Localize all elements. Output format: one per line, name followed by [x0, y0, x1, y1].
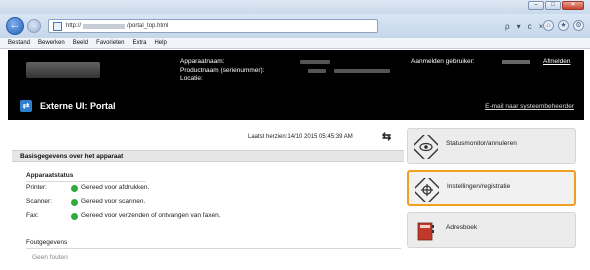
last-updated: Laatst herzien:14/10 2015 05:45:39 AM	[248, 134, 353, 140]
status-row-fax: Fax: Gereed voor verzenden of ontvangen …	[26, 212, 326, 221]
status-row-printer: Printer: Gereed voor afdrukken.	[26, 184, 326, 193]
logout-link[interactable]: Afmelden	[543, 58, 570, 65]
settings-icon	[415, 178, 439, 202]
address-book-button[interactable]: Adresboek	[407, 212, 576, 248]
location-label: Locatie:	[180, 75, 203, 82]
status-text: Gereed voor verzenden of ontvangen van f…	[81, 212, 221, 219]
product-name-redacted-2	[334, 69, 390, 73]
dropdown-icon[interactable]: ▾	[517, 22, 521, 31]
page-icon	[53, 21, 62, 31]
error-heading: Foutgegevens	[26, 239, 68, 246]
status-text: Gereed voor afdrukken.	[81, 184, 150, 191]
favorites-bar: ⌂ ★ ⚙	[543, 20, 584, 31]
status-monitor-label: Statusmonitor/annuleren	[446, 140, 517, 147]
status-label: Printer:	[26, 184, 47, 191]
settings-registration-button[interactable]: Instellingen/registratie	[407, 170, 576, 206]
maximize-button[interactable]: □	[545, 1, 561, 10]
login-user-label: Aanmelden gebruiker:	[411, 58, 475, 65]
portal-icon: ⇄	[20, 100, 32, 112]
menu-tools[interactable]: Extra	[132, 40, 146, 46]
address-bar[interactable]: http:// /portal_top.html	[48, 19, 378, 33]
menu-favorites[interactable]: Favorieten	[96, 40, 124, 46]
address-tools: ρ ▾ c ×	[505, 22, 543, 31]
status-label: Fax:	[26, 212, 39, 219]
status-ok-icon	[71, 185, 78, 192]
login-user-redacted	[502, 60, 530, 64]
refresh-icon[interactable]: ⇆	[382, 130, 391, 143]
minimize-button[interactable]: –	[528, 1, 544, 10]
star-icon[interactable]: ★	[558, 20, 569, 31]
main-content: Laatst herzien:14/10 2015 05:45:39 AM ⇆ …	[8, 120, 404, 270]
settings-registration-label: Instellingen/registratie	[447, 183, 511, 190]
product-name-redacted-1	[308, 69, 326, 73]
forward-button[interactable]: →	[27, 19, 41, 33]
device-status-heading: Apparaatstatus	[26, 172, 74, 179]
device-info: Apparaatnaam: Productnaam (serienummer):…	[180, 58, 265, 84]
close-window-button[interactable]: ✕	[562, 1, 584, 10]
window-titlebar: – □ ✕	[0, 0, 590, 14]
address-book-icon	[414, 219, 438, 243]
status-label: Scanner:	[26, 198, 53, 205]
status-ok-icon	[71, 199, 78, 206]
portal-title: Externe UI: Portal	[40, 101, 116, 111]
status-text: Gereed voor scannen.	[81, 198, 146, 205]
menu-help[interactable]: Help	[154, 40, 166, 46]
status-ok-icon	[71, 213, 78, 220]
home-icon[interactable]: ⌂	[543, 20, 554, 31]
address-book-label: Adresboek	[446, 224, 478, 231]
status-monitor-button[interactable]: Statusmonitor/annuleren	[407, 128, 576, 164]
search-icon[interactable]: ρ	[505, 22, 510, 31]
window-controls: – □ ✕	[528, 1, 584, 10]
divider	[26, 181, 146, 182]
url-suffix: /portal_top.html	[127, 23, 169, 29]
device-name-label: Apparaatnaam:	[180, 58, 225, 65]
url-prefix: http://	[66, 23, 82, 29]
url-redacted	[83, 23, 126, 29]
product-name-label: Productnaam (serienummer):	[180, 66, 265, 74]
menu-view[interactable]: Beeld	[73, 40, 88, 46]
brand-logo	[26, 62, 100, 78]
address-row: ← → http:// /portal_top.html ρ ▾ c × ⌂ ★…	[0, 14, 590, 38]
menu-file[interactable]: Bestand	[8, 40, 30, 46]
gear-icon[interactable]: ⚙	[573, 20, 584, 31]
reload-icon[interactable]: c	[528, 22, 532, 31]
status-row-scanner: Scanner: Gereed voor scannen.	[26, 198, 326, 207]
eye-icon	[414, 135, 438, 159]
portal-header: Apparaatnaam: Productnaam (serienummer):…	[8, 50, 584, 120]
email-admin-link[interactable]: E-mail naar systeembeheerder	[485, 103, 574, 110]
device-name-redacted	[300, 60, 330, 64]
back-button[interactable]: ←	[6, 17, 24, 35]
section-title: Basisgegevens over het apparaat	[12, 150, 404, 162]
divider	[26, 248, 401, 249]
menu-bar: Bestand Bewerken Beeld Favorieten Extra …	[0, 38, 590, 49]
menu-edit[interactable]: Bewerken	[38, 40, 65, 46]
error-text: Geen fouten	[32, 254, 68, 261]
